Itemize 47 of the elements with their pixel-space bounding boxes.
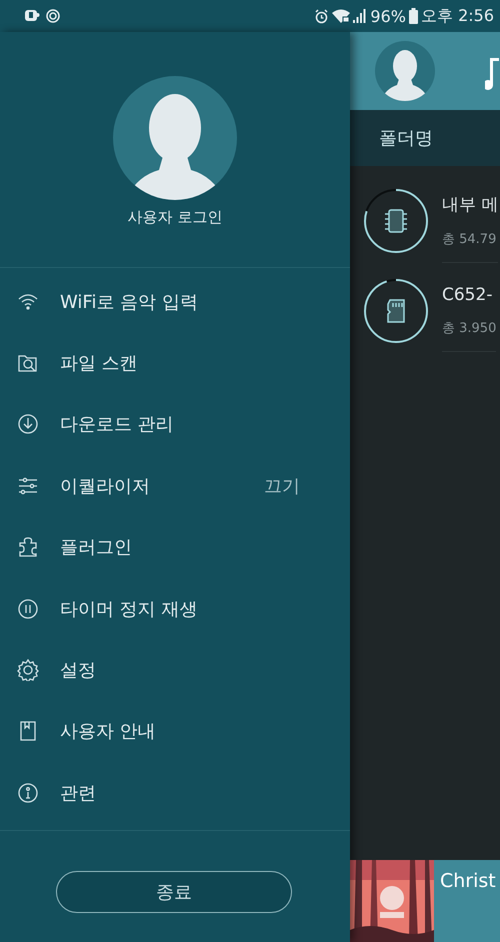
- menu-label: 파일 스캔: [60, 352, 139, 376]
- menu-item[interactable]: 사용자 안내: [0, 700, 350, 762]
- menu-label: WiFi로 음악 입력: [60, 290, 199, 314]
- chip-icon: [361, 186, 431, 256]
- battery-icon: [408, 8, 418, 24]
- storage-item[interactable]: C652- 총 3.950: [350, 266, 500, 356]
- music-note-icon[interactable]: [485, 56, 499, 92]
- menu-value: 끄기: [264, 474, 300, 498]
- menu-item[interactable]: 플러그인: [0, 516, 350, 578]
- login-link[interactable]: 사용자 로그인: [128, 208, 222, 227]
- menu-label: 타이머 정지 재생: [60, 598, 198, 621]
- menu-label: 설정: [60, 659, 97, 682]
- storage-item[interactable]: 내부 메 총 54.79: [350, 176, 500, 266]
- storage-total: 총 54.79: [442, 231, 498, 248]
- menu-label: 플러그인: [60, 536, 133, 560]
- menu-label: 관련: [60, 782, 97, 805]
- clock: 오후 2:56: [420, 6, 494, 26]
- menu-item[interactable]: 설정: [0, 639, 350, 701]
- menu-label: 다운로드 관리: [60, 413, 175, 436]
- target-icon: [46, 9, 60, 23]
- battery-percent: 96%: [370, 6, 406, 26]
- wifi-icon: [332, 9, 350, 23]
- download-icon: [17, 413, 39, 436]
- menu-item[interactable]: 관련: [0, 762, 350, 824]
- storage-name: 내부 메: [442, 194, 498, 216]
- folder-tab[interactable]: 폴더명: [379, 126, 433, 150]
- menu-label: 사용자 안내: [60, 720, 157, 744]
- avatar-icon[interactable]: [375, 41, 435, 101]
- menu-item[interactable]: 이퀄라이저 끄기: [0, 455, 350, 517]
- app-notification-icon: [24, 9, 40, 23]
- info-icon: [17, 782, 39, 804]
- avatar-icon[interactable]: [113, 76, 237, 200]
- track-title: Christ: [440, 870, 496, 892]
- menu-item[interactable]: 다운로드 관리: [0, 394, 350, 456]
- gear-icon: [17, 659, 39, 682]
- mini-player[interactable]: Christ: [350, 860, 500, 942]
- storage-total: 총 3.950: [442, 320, 496, 336]
- exit-button[interactable]: 종료: [56, 870, 292, 913]
- menu-item[interactable]: 파일 스캔: [0, 332, 350, 394]
- menu-item[interactable]: 타이머 정지 재생: [0, 578, 350, 640]
- sd-card-icon: [361, 276, 431, 346]
- storage-name: C652-: [442, 284, 494, 304]
- alarm-icon: [314, 8, 330, 24]
- puzzle-icon: [17, 536, 39, 558]
- signal-icon: [353, 9, 368, 23]
- menu-label: 이퀄라이저: [60, 474, 151, 498]
- menu-item[interactable]: WiFi로 음악 입력: [0, 271, 350, 332]
